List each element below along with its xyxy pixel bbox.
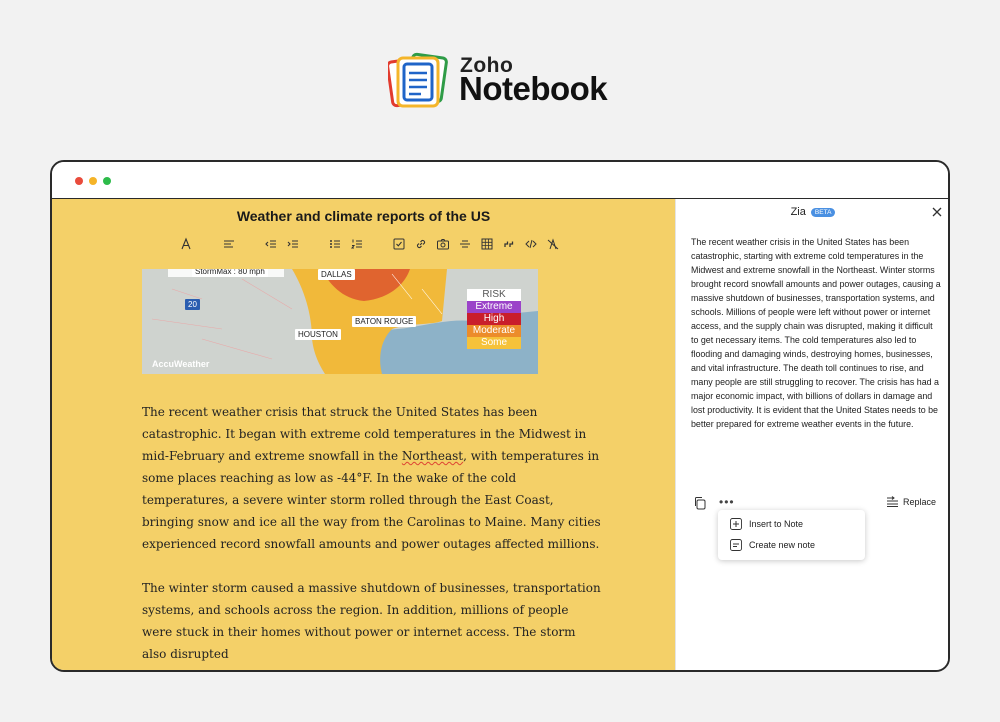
zia-response: The recent weather crisis in the United … [691, 237, 941, 429]
app-window: Weather and climate reports of the US St… [50, 160, 950, 672]
font-icon[interactable] [179, 237, 193, 251]
zia-title: Zia [790, 206, 806, 218]
beta-badge: BETA [810, 207, 836, 217]
copy-icon[interactable] [693, 496, 707, 510]
strikethrough-icon[interactable] [458, 237, 472, 251]
menu-item-insert-to-note[interactable]: Insert to Note [730, 516, 803, 532]
replace-label: Replace [902, 496, 936, 507]
clear-format-icon[interactable] [546, 237, 560, 251]
menu-item-label: Insert to Note [749, 519, 804, 529]
note-editor[interactable]: Weather and climate reports of the US St… [52, 199, 675, 670]
replace-button[interactable]: Replace [886, 496, 936, 507]
risk-level-some: Some [467, 337, 521, 349]
spellcheck-word[interactable]: Northeast [402, 449, 463, 463]
highway-shield-icon: 20 [185, 299, 200, 310]
close-window-button[interactable] [75, 177, 83, 185]
camera-icon[interactable] [436, 237, 450, 251]
outdent-icon[interactable] [264, 237, 278, 251]
weather-map-image[interactable]: StormMax : 80 mph DALLAS HOUSTON BATON R… [142, 269, 538, 374]
map-label-dallas: DALLAS [318, 269, 355, 280]
plus-box-icon [730, 518, 742, 530]
zia-header: Zia BETA [676, 206, 948, 218]
maximize-window-button[interactable] [103, 177, 111, 185]
quote-icon[interactable] [502, 237, 516, 251]
table-icon[interactable] [480, 237, 494, 251]
more-options-icon[interactable]: ••• [719, 495, 735, 509]
map-label-stormmax: StormMax : 80 mph [192, 269, 268, 277]
risk-level-extreme: Extreme [467, 301, 521, 313]
map-label-houston: HOUSTON [295, 329, 341, 340]
replace-icon [886, 496, 898, 507]
format-toolbar [174, 237, 574, 253]
accuweather-watermark: AccuWeather [152, 359, 210, 369]
link-icon[interactable] [414, 237, 428, 251]
note-body[interactable]: The recent weather crisis that struck th… [142, 401, 602, 670]
risk-level-high: High [467, 313, 521, 325]
menu-item-create-new-note[interactable]: Create new note [730, 537, 815, 553]
risk-legend-title: RISK [467, 289, 521, 301]
numbered-list-icon[interactable] [350, 237, 364, 251]
bullet-list-icon[interactable] [328, 237, 342, 251]
more-options-menu: Insert to Note Create new note [718, 510, 865, 560]
window-titlebar [52, 162, 948, 199]
risk-legend: RISK Extreme High Moderate Some [467, 289, 521, 349]
brand-product: Notebook [459, 70, 608, 107]
zoho-notebook-logo: Zoho Notebook [388, 52, 628, 110]
checklist-icon[interactable] [392, 237, 406, 251]
close-icon[interactable] [930, 205, 944, 219]
risk-level-moderate: Moderate [467, 325, 521, 337]
note-paragraph: The winter storm caused a massive shutdo… [142, 581, 601, 661]
menu-item-label: Create new note [749, 540, 816, 550]
code-icon[interactable] [524, 237, 538, 251]
indent-icon[interactable] [286, 237, 300, 251]
align-icon[interactable] [222, 237, 236, 251]
notebook-logo-icon [388, 52, 448, 108]
map-label-baton-rouge: BATON ROUGE [352, 316, 417, 327]
zia-panel: Zia BETA The recent weather crisis in th… [675, 199, 948, 670]
note-icon [730, 539, 742, 551]
minimize-window-button[interactable] [89, 177, 97, 185]
note-title[interactable]: Weather and climate reports of the US [52, 208, 675, 224]
note-paragraph: The recent weather crisis that struck th… [142, 405, 601, 551]
